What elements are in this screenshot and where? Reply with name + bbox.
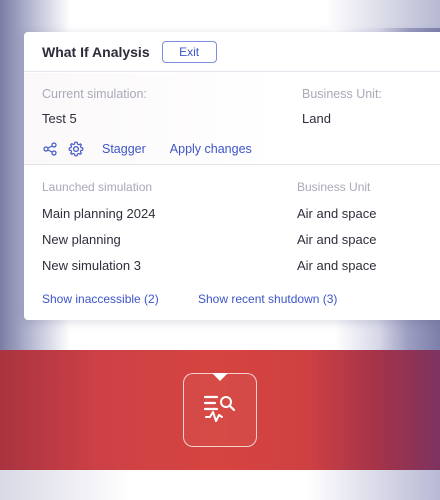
simulation-unit: Air and space bbox=[297, 258, 377, 273]
what-if-analysis-dialog: What If Analysis Exit Current simulation… bbox=[24, 32, 440, 320]
dialog-header: What If Analysis Exit bbox=[24, 32, 440, 72]
apply-changes-link[interactable]: Apply changes bbox=[170, 142, 252, 156]
business-unit-value: Land bbox=[302, 111, 331, 126]
stagger-link[interactable]: Stagger bbox=[102, 142, 146, 156]
share-icon[interactable] bbox=[42, 141, 58, 157]
simulation-unit: Air and space bbox=[297, 206, 377, 221]
show-recent-shutdown-link[interactable]: Show recent shutdown (3) bbox=[198, 292, 337, 306]
simulation-actions: Stagger Apply changes bbox=[42, 140, 252, 158]
simulation-name[interactable]: New simulation 3 bbox=[42, 258, 141, 273]
analysis-app-tile[interactable] bbox=[183, 373, 257, 447]
launched-simulation-header: Launched simulation bbox=[42, 180, 153, 194]
dialog-title: What If Analysis bbox=[42, 43, 150, 60]
simulation-name[interactable]: New planning bbox=[42, 232, 121, 247]
current-simulation-section: Current simulation: Test 5 Business Unit… bbox=[24, 73, 440, 165]
business-unit-label: Business Unit: bbox=[302, 87, 382, 101]
background-bottom bbox=[0, 470, 440, 500]
business-unit-header: Business Unit bbox=[297, 180, 371, 194]
analysis-search-icon bbox=[202, 393, 238, 428]
gear-icon[interactable] bbox=[68, 141, 84, 157]
current-simulation-label: Current simulation: bbox=[42, 87, 147, 101]
show-inaccessible-link[interactable]: Show inaccessible (2) bbox=[42, 292, 159, 306]
exit-button[interactable]: Exit bbox=[161, 40, 217, 63]
simulation-name[interactable]: Main planning 2024 bbox=[42, 206, 155, 221]
current-simulation-value: Test 5 bbox=[42, 111, 77, 126]
tile-pointer bbox=[212, 373, 228, 381]
simulation-unit: Air and space bbox=[297, 232, 377, 247]
